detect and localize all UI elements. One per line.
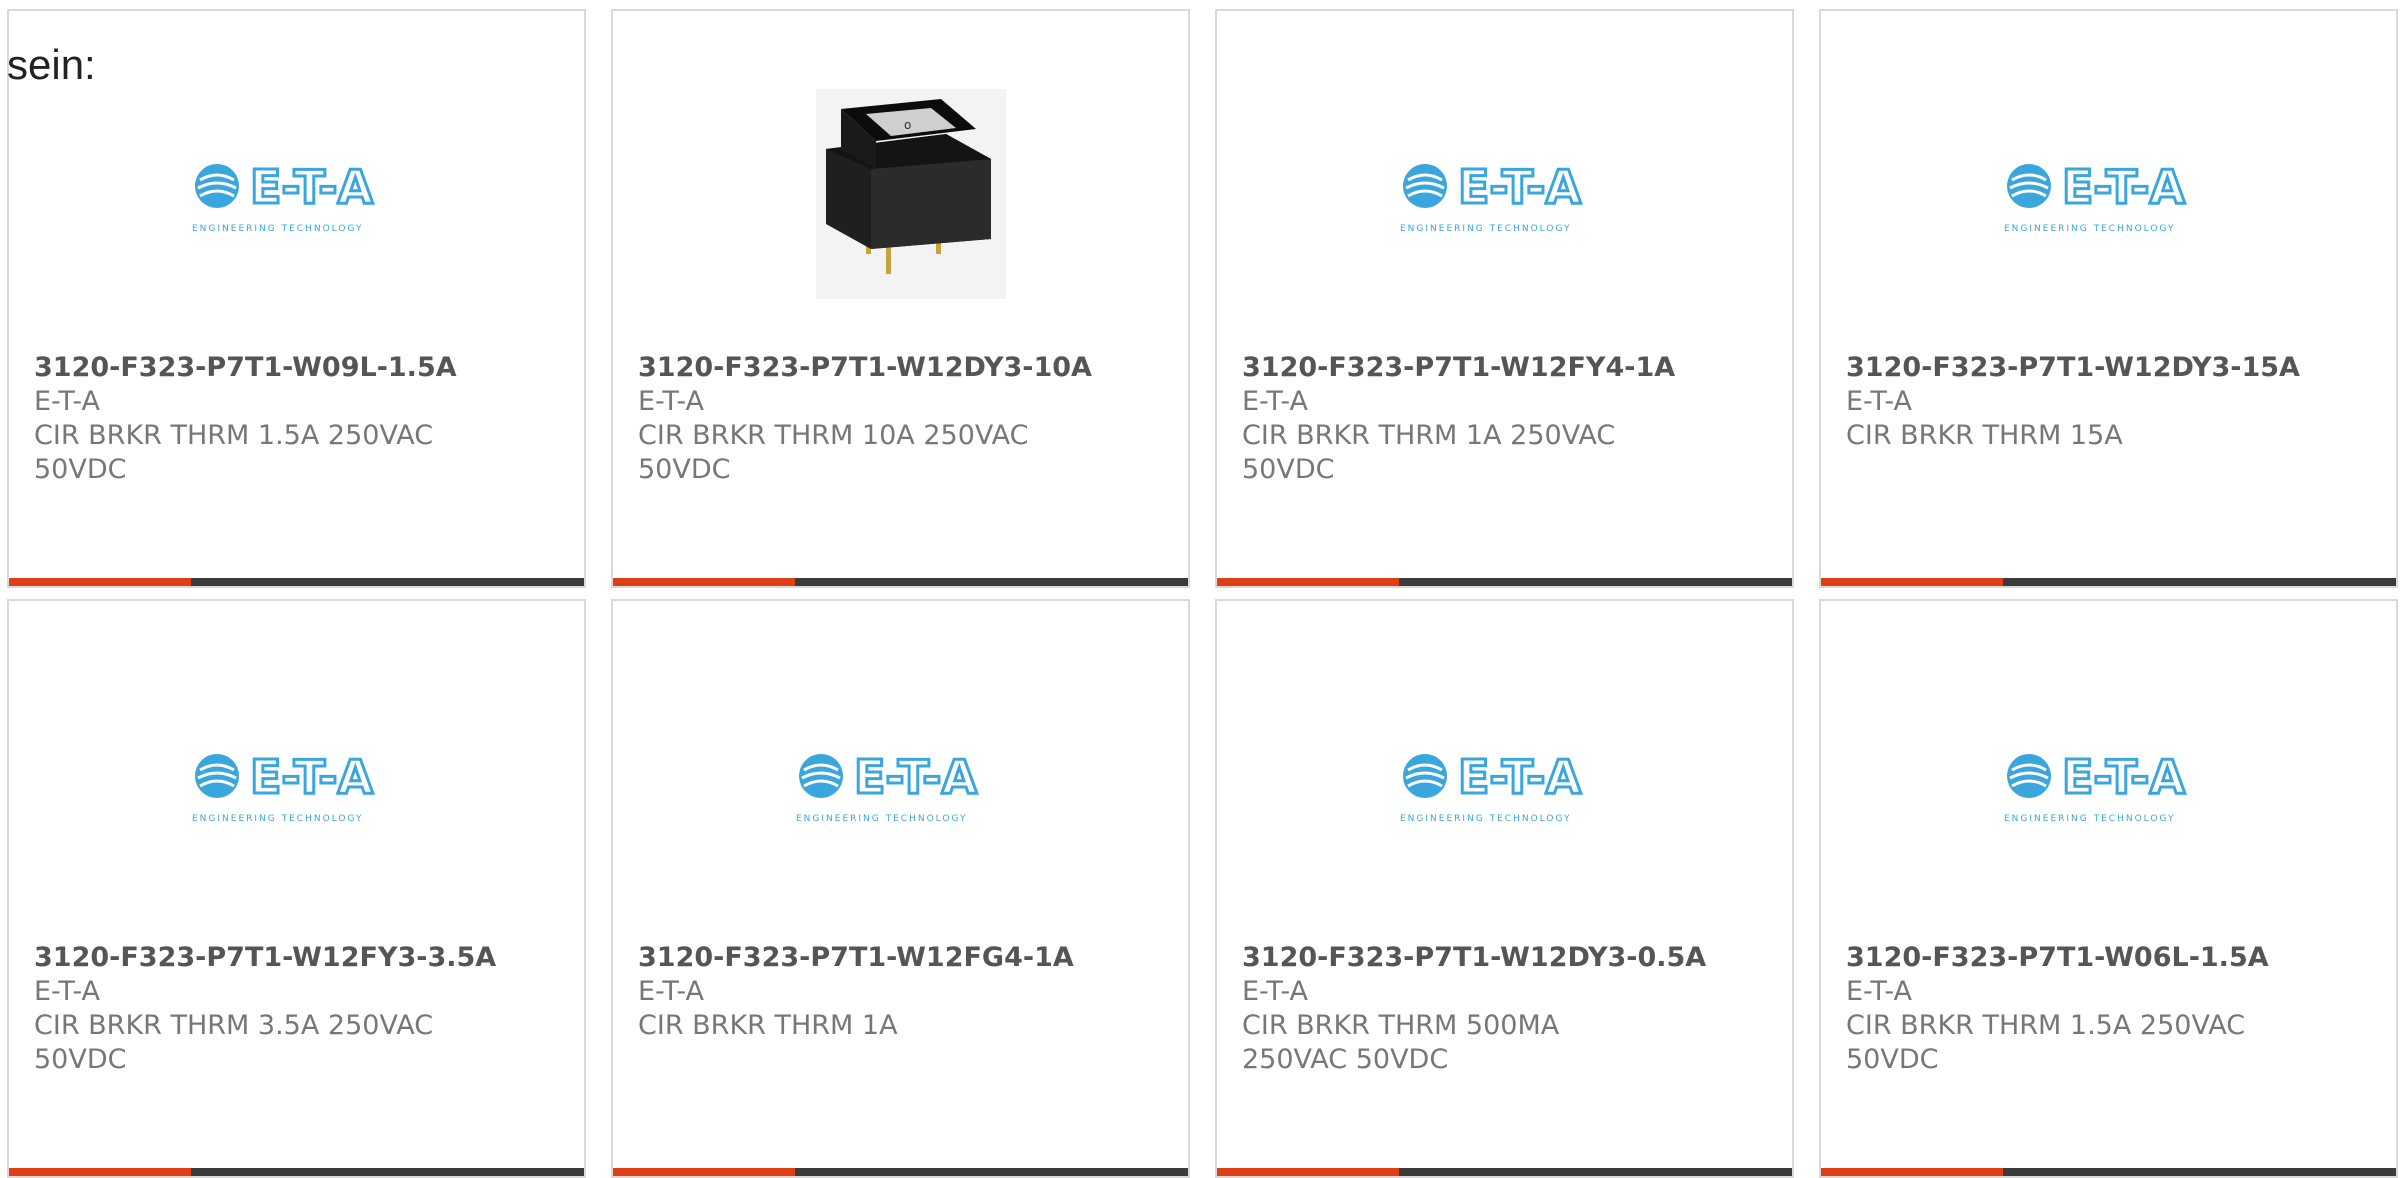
product-image[interactable]: E-T-A ENGINEERING TECHNOLOGY (1821, 671, 2396, 901)
card-footer-bar (9, 578, 584, 586)
svg-text:ENGINEERING TECHNOLOGY: ENGINEERING TECHNOLOGY (2004, 224, 2175, 234)
product-info: 3120-F323-P7T1-W06L-1.5A E-T-A CIR BRKR … (1846, 941, 2376, 1077)
product-image[interactable]: E-T-A ENGINEERING TECHNOLOGY (1217, 671, 1792, 901)
manufacturer: E-T-A (1846, 386, 1912, 417)
product-description: CIR BRKR THRM 15A (1846, 420, 2123, 451)
svg-text:ENGINEERING TECHNOLOGY: ENGINEERING TECHNOLOGY (1400, 814, 1571, 824)
product-image[interactable]: E-T-A ENGINEERING TECHNOLOGY (613, 671, 1188, 901)
manufacturer: E-T-A (1846, 976, 1912, 1007)
product-info: 3120-F323-P7T1-W12DY3-0.5A E-T-A CIR BRK… (1242, 941, 1772, 1077)
card-footer-bar (613, 1168, 1188, 1176)
product-description: CIR BRKR THRM 1A (638, 1010, 898, 1041)
card-footer-bar (9, 1168, 584, 1176)
manufacturer: E-T-A (1242, 976, 1308, 1007)
product-info: 3120-F323-P7T1-W12DY3-10A E-T-A CIR BRKR… (638, 351, 1168, 487)
product-description: CIR BRKR THRM 1A 250VAC 50VDC (1242, 420, 1616, 485)
product-card[interactable]: E-T-A ENGINEERING TECHNOLOGY 3120-F323-P… (611, 599, 1190, 1178)
card-footer-bar (1821, 1168, 2396, 1176)
card-accent-bar (1217, 578, 1399, 586)
eta-logo-icon: E-T-A ENGINEERING TECHNOLOGY (2004, 746, 2214, 826)
product-image[interactable]: E-T-A ENGINEERING TECHNOLOGY (1821, 81, 2396, 311)
eta-logo-icon: E-T-A ENGINEERING TECHNOLOGY (2004, 156, 2214, 236)
part-number[interactable]: 3120-F323-P7T1-W12DY3-15A (1846, 351, 2376, 385)
manufacturer: E-T-A (34, 976, 100, 1007)
product-card[interactable]: E-T-A ENGINEERING TECHNOLOGY 3120-F323-P… (1215, 9, 1794, 588)
card-accent-bar (1821, 1168, 2003, 1176)
manufacturer: E-T-A (34, 386, 100, 417)
rocker-switch-photo: o (796, 89, 1006, 303)
svg-text:E-T-A: E-T-A (250, 160, 373, 214)
svg-text:ENGINEERING TECHNOLOGY: ENGINEERING TECHNOLOGY (2004, 814, 2175, 824)
svg-text:E-T-A: E-T-A (1458, 750, 1581, 804)
svg-text:ENGINEERING TECHNOLOGY: ENGINEERING TECHNOLOGY (796, 814, 967, 824)
svg-text:E-T-A: E-T-A (2062, 750, 2185, 804)
product-card[interactable]: E-T-A ENGINEERING TECHNOLOGY 3120-F323-P… (7, 9, 586, 588)
card-accent-bar (613, 1168, 795, 1176)
manufacturer: E-T-A (1242, 386, 1308, 417)
svg-text:ENGINEERING TECHNOLOGY: ENGINEERING TECHNOLOGY (192, 814, 363, 824)
card-footer-bar (1217, 1168, 1792, 1176)
product-info: 3120-F323-P7T1-W12FG4-1A E-T-A CIR BRKR … (638, 941, 1168, 1043)
card-accent-bar (9, 1168, 191, 1176)
part-number[interactable]: 3120-F323-P7T1-W09L-1.5A (34, 351, 564, 385)
manufacturer: E-T-A (638, 976, 704, 1007)
product-info: 3120-F323-P7T1-W12DY3-15A E-T-A CIR BRKR… (1846, 351, 2376, 453)
product-description: CIR BRKR THRM 10A 250VAC 50VDC (638, 420, 1029, 485)
card-footer-bar (1217, 578, 1792, 586)
eta-logo-icon: E-T-A ENGINEERING TECHNOLOGY (1400, 746, 1610, 826)
part-number[interactable]: 3120-F323-P7T1-W12DY3-10A (638, 351, 1168, 385)
part-number[interactable]: 3120-F323-P7T1-W12FY4-1A (1242, 351, 1772, 385)
part-number[interactable]: 3120-F323-P7T1-W12FG4-1A (638, 941, 1168, 975)
part-number[interactable]: 3120-F323-P7T1-W06L-1.5A (1846, 941, 2376, 975)
product-card[interactable]: o 3120-F323-P7T1-W12DY3-10A E-T-A CIR BR… (611, 9, 1190, 588)
product-card[interactable]: E-T-A ENGINEERING TECHNOLOGY 3120-F323-P… (1819, 9, 2398, 588)
product-image[interactable]: E-T-A ENGINEERING TECHNOLOGY (9, 671, 584, 901)
manufacturer: E-T-A (638, 386, 704, 417)
svg-text:E-T-A: E-T-A (250, 750, 373, 804)
card-accent-bar (1821, 578, 2003, 586)
svg-text:E-T-A: E-T-A (854, 750, 977, 804)
eta-logo-icon: E-T-A ENGINEERING TECHNOLOGY (192, 746, 402, 826)
eta-logo-icon: E-T-A ENGINEERING TECHNOLOGY (1400, 156, 1610, 236)
card-footer-bar (613, 578, 1188, 586)
eta-logo-icon: E-T-A ENGINEERING TECHNOLOGY (192, 156, 402, 236)
product-image[interactable]: E-T-A ENGINEERING TECHNOLOGY (9, 81, 584, 311)
part-number[interactable]: 3120-F323-P7T1-W12FY3-3.5A (34, 941, 564, 975)
product-info: 3120-F323-P7T1-W09L-1.5A E-T-A CIR BRKR … (34, 351, 564, 487)
intro-text: sein: (7, 41, 96, 88)
svg-text:E-T-A: E-T-A (2062, 160, 2185, 214)
svg-text:ENGINEERING TECHNOLOGY: ENGINEERING TECHNOLOGY (1400, 224, 1571, 234)
product-card[interactable]: E-T-A ENGINEERING TECHNOLOGY 3120-F323-P… (7, 599, 586, 1178)
product-info: 3120-F323-P7T1-W12FY4-1A E-T-A CIR BRKR … (1242, 351, 1772, 487)
product-card[interactable]: E-T-A ENGINEERING TECHNOLOGY 3120-F323-P… (1215, 599, 1794, 1178)
product-description: CIR BRKR THRM 1.5A 250VAC 50VDC (34, 420, 434, 485)
product-card[interactable]: E-T-A ENGINEERING TECHNOLOGY 3120-F323-P… (1819, 599, 2398, 1178)
product-grid: E-T-A ENGINEERING TECHNOLOGY 3120-F323-P… (7, 9, 2398, 1178)
card-accent-bar (1217, 1168, 1399, 1176)
card-accent-bar (613, 578, 795, 586)
product-image[interactable]: E-T-A ENGINEERING TECHNOLOGY (1217, 81, 1792, 311)
svg-text:ENGINEERING TECHNOLOGY: ENGINEERING TECHNOLOGY (192, 224, 363, 234)
card-accent-bar (9, 578, 191, 586)
part-number[interactable]: 3120-F323-P7T1-W12DY3-0.5A (1242, 941, 1772, 975)
product-description: CIR BRKR THRM 500MA 250VAC 50VDC (1242, 1010, 1560, 1075)
svg-text:o: o (904, 118, 911, 132)
product-info: 3120-F323-P7T1-W12FY3-3.5A E-T-A CIR BRK… (34, 941, 564, 1077)
eta-logo-icon: E-T-A ENGINEERING TECHNOLOGY (796, 746, 1006, 826)
product-description: CIR BRKR THRM 1.5A 250VAC 50VDC (1846, 1010, 2246, 1075)
product-image[interactable]: o (613, 81, 1188, 311)
card-footer-bar (1821, 578, 2396, 586)
svg-text:E-T-A: E-T-A (1458, 160, 1581, 214)
product-description: CIR BRKR THRM 3.5A 250VAC 50VDC (34, 1010, 434, 1075)
